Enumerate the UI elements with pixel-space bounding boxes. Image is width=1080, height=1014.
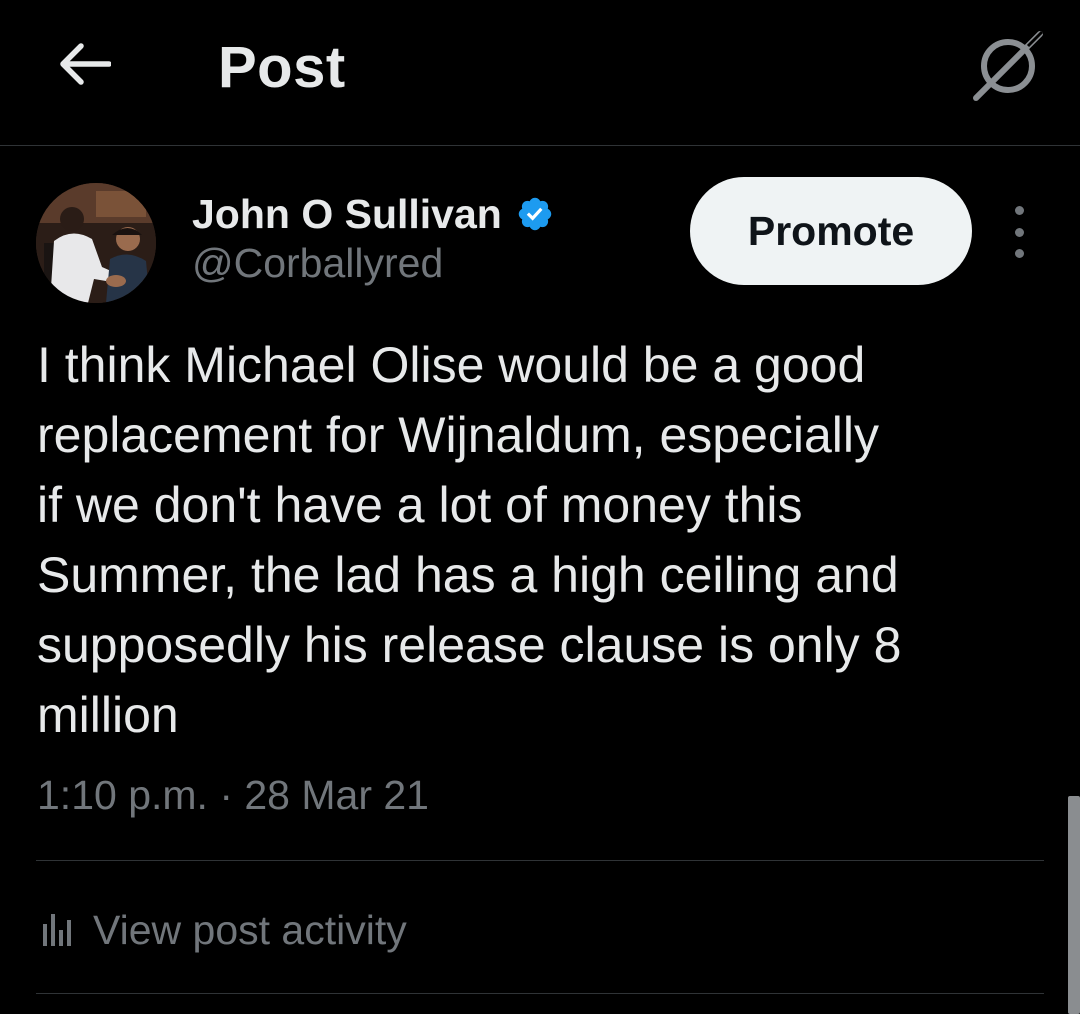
divider [36,860,1044,861]
view-post-activity-label: View post activity [93,906,407,953]
grok-icon [973,30,1044,101]
post-text: I think Michael Olise would be a good re… [37,337,902,743]
more-vertical-icon-dot [1014,227,1024,237]
avatar-photo [36,183,156,303]
more-vertical-icon [1014,206,1024,215]
top-bar: Post [0,0,1080,146]
grok-button[interactable] [968,26,1048,106]
more-options-button[interactable] [996,206,1042,258]
arrow-left-icon [60,43,111,85]
page-title: Post [218,35,346,100]
scrollbar[interactable] [1068,796,1080,1014]
verified-badge-icon [516,195,554,233]
avatar[interactable] [36,183,156,303]
back-button[interactable] [52,32,116,96]
author-handle[interactable]: @Corballyred [192,240,443,287]
author-display-name[interactable]: John O Sullivan [192,191,502,238]
analytics-icon [37,910,77,950]
divider [36,993,1044,994]
promote-button[interactable]: Promote [690,177,972,285]
post-timestamp[interactable]: 1:10 p.m. · 28 Mar 21 [37,772,429,819]
author-name-row: John O Sullivan [192,188,554,240]
more-vertical-icon-dot [1014,249,1024,258]
view-post-activity-link[interactable]: View post activity [37,886,407,974]
